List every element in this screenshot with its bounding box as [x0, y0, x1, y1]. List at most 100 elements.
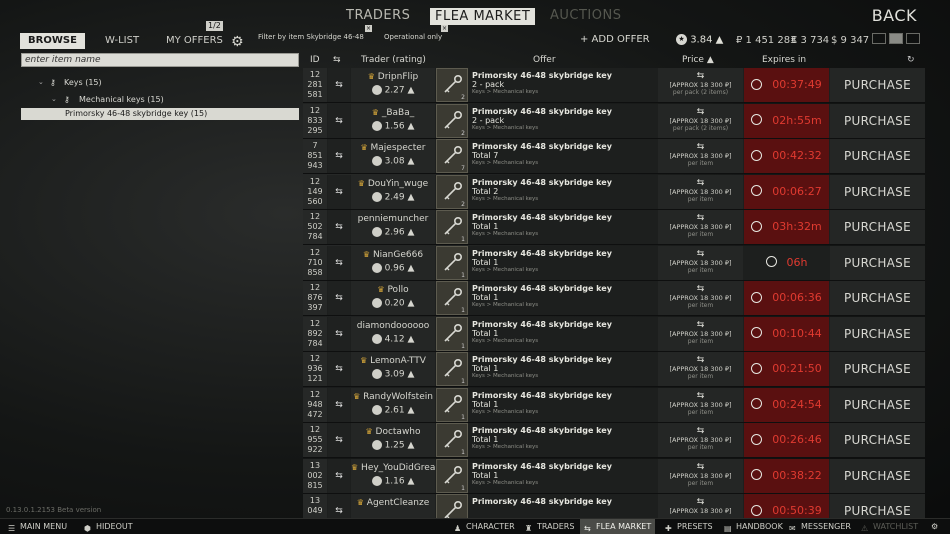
watchlist-button[interactable]: ⚠ WATCHLIST — [857, 519, 922, 534]
flea-market-button[interactable]: ⇆ FLEA MARKET — [580, 519, 656, 534]
barter-icon: ⇆ — [696, 213, 705, 223]
price-cell: ⇆ [APPROX 18 300 ₽] per item — [658, 139, 743, 173]
header-offer[interactable]: Offer — [533, 55, 556, 65]
trader-cell[interactable]: ♛ NianGe666 0.96 ▲ — [351, 245, 435, 280]
list-view-icon[interactable] — [872, 33, 886, 44]
purchase-button[interactable]: PURCHASE — [830, 174, 925, 209]
item-thumbnail[interactable]: 1 — [436, 210, 468, 244]
tab-traders[interactable]: TRADERS — [346, 8, 410, 23]
item-thumbnail[interactable]: 1 — [436, 316, 468, 351]
swap-icon[interactable]: ⇆ — [328, 423, 350, 457]
presets-button[interactable]: ✚ PRESETS — [661, 519, 717, 534]
tab-flea-market[interactable]: FLEA MARKET — [430, 8, 536, 25]
header-price[interactable]: Price ▲ — [682, 55, 714, 65]
trader-name-row: ♛ RandyWolfstein — [351, 388, 435, 402]
purchase-button[interactable]: PURCHASE — [830, 210, 925, 244]
tab-browse[interactable]: BROWSE — [20, 33, 85, 49]
filter-chip-operational[interactable]: Operational only × — [384, 25, 448, 41]
item-thumbnail[interactable]: 1 — [436, 423, 468, 457]
trader-rating: 3.08 ▲ — [384, 156, 415, 167]
item-thumbnail[interactable]: 7 — [436, 139, 468, 173]
purchase-button[interactable]: PURCHASE — [830, 103, 925, 138]
gear-icon[interactable]: ⚙ — [231, 35, 244, 49]
item-thumbnail[interactable]: 1 — [436, 352, 468, 386]
offer-id: 12 833 295 — [303, 103, 327, 138]
item-thumbnail[interactable]: 2 — [436, 68, 468, 102]
chevron-down-icon[interactable]: ⌄ — [38, 74, 44, 91]
trader-cell[interactable]: ♛ Hey_YouDidGreat 1.16 ▲ — [351, 458, 435, 493]
offer-id: 12 502 784 — [303, 210, 327, 244]
item-thumbnail[interactable]: 2 — [436, 103, 468, 138]
tree-item-keys[interactable]: ⌄ ⚷ Keys (15) — [21, 74, 299, 91]
messenger-label: MESSENGER — [801, 522, 851, 531]
purchase-button[interactable]: PURCHASE — [830, 458, 925, 493]
tree-item-mechanical-keys[interactable]: ⌄ ⚷ Mechanical keys (15) — [21, 91, 299, 108]
swap-icon[interactable]: ⇆ — [328, 281, 350, 315]
item-thumbnail[interactable]: 1 — [436, 387, 468, 422]
swap-icon[interactable]: ⇆ — [328, 245, 350, 280]
header-trader[interactable]: Trader (rating) — [361, 55, 426, 65]
traders-button[interactable]: ♜ TRADERS — [521, 519, 578, 534]
trader-cell[interactable]: ♛ DouYin_wuge 2.49 ▲ — [351, 174, 435, 209]
close-icon[interactable]: × — [441, 25, 448, 32]
tree-item-selected[interactable]: Primorsky 46-48 skybridge key (15) — [21, 108, 299, 120]
item-thumbnail[interactable]: 1 — [436, 458, 468, 493]
grid-view-icon[interactable] — [889, 33, 903, 44]
swap-icon[interactable]: ⇆ — [328, 387, 350, 422]
main-menu-button[interactable]: ☰ MAIN MENU — [4, 519, 71, 534]
purchase-button[interactable]: PURCHASE — [830, 316, 925, 351]
item-thumbnail[interactable]: 2 — [436, 174, 468, 209]
swap-icon[interactable]: ⇆ — [328, 458, 350, 493]
hideout-button[interactable]: ⬢ HIDEOUT — [80, 519, 137, 534]
trader-cell[interactable]: diamondoooooo 4.12 ▲ — [351, 316, 435, 351]
trader-cell[interactable]: ♛ RandyWolfstein 2.61 ▲ — [351, 387, 435, 422]
close-icon[interactable]: × — [365, 25, 372, 32]
character-button[interactable]: ♟ CHARACTER — [450, 519, 519, 534]
tab-auctions[interactable]: AUCTIONS — [550, 8, 621, 23]
trader-cell[interactable]: ♛ _BaBa_ 1.56 ▲ — [351, 103, 435, 138]
trader-cell[interactable]: ♛ Pollo 0.20 ▲ — [351, 281, 435, 315]
swap-icon[interactable]: ⇆ — [328, 174, 350, 209]
trader-cell[interactable]: ♛ Doctawho 1.25 ▲ — [351, 423, 435, 457]
purchase-button[interactable]: PURCHASE — [830, 139, 925, 173]
header-id[interactable]: ID — [310, 55, 320, 65]
swap-icon[interactable]: ⇆ — [328, 139, 350, 173]
crown-icon: ♛ — [353, 391, 361, 401]
trader-name: AgentCleanze — [366, 498, 430, 508]
purchase-button[interactable]: PURCHASE — [830, 352, 925, 386]
settings-gear-icon[interactable]: ⚙ — [927, 519, 942, 534]
purchase-button[interactable]: PURCHASE — [830, 387, 925, 422]
messenger-button[interactable]: ✉ MESSENGER — [785, 519, 855, 534]
handbook-button[interactable]: ▤ HANDBOOK — [720, 519, 787, 534]
item-thumbnail[interactable]: 1 — [436, 281, 468, 315]
tab-wlist[interactable]: W-LIST — [98, 33, 146, 49]
header-expires[interactable]: Expires in — [762, 55, 806, 65]
trader-cell[interactable]: ♛ LemonA-TTV 3.09 ▲ — [351, 352, 435, 386]
rating-icon — [371, 404, 382, 415]
compact-view-icon[interactable] — [906, 33, 920, 44]
swap-icon[interactable]: ⇆ — [328, 68, 350, 102]
filter-chip-item[interactable]: Filter by item Skybridge 46-48 × — [258, 25, 372, 41]
swap-icon[interactable]: ⇆ — [333, 55, 341, 65]
item-thumbnail[interactable]: 1 — [436, 245, 468, 280]
clock-icon — [765, 256, 777, 267]
offer-cell: Primorsky 46-48 skybridge key Total 1 Ke… — [469, 245, 657, 280]
chevron-down-icon[interactable]: ⌄ — [51, 91, 57, 108]
trader-name: Hey_YouDidGreat — [361, 462, 435, 473]
swap-icon[interactable]: ⇆ — [328, 352, 350, 386]
search-input[interactable]: enter item name — [21, 53, 299, 67]
purchase-button[interactable]: PURCHASE — [830, 68, 925, 102]
purchase-button[interactable]: PURCHASE — [830, 245, 925, 280]
purchase-button[interactable]: PURCHASE — [830, 281, 925, 315]
swap-icon[interactable]: ⇆ — [328, 103, 350, 138]
purchase-button[interactable]: PURCHASE — [830, 423, 925, 457]
trader-cell[interactable]: penniemuncher 2.96 ▲ — [351, 210, 435, 244]
tab-my-offers[interactable]: MY OFFERS — [159, 33, 230, 49]
back-button[interactable]: BACK — [872, 6, 917, 25]
add-offer-button[interactable]: + ADD OFFER — [580, 34, 650, 45]
swap-icon[interactable]: ⇆ — [328, 316, 350, 351]
trader-cell[interactable]: ♛ Majespecter 3.08 ▲ — [351, 139, 435, 173]
refresh-icon[interactable]: ↻ — [907, 55, 915, 65]
trader-cell[interactable]: ♛ DripnFlip 2.27 ▲ — [351, 68, 435, 102]
swap-icon[interactable]: ⇆ — [328, 210, 350, 244]
